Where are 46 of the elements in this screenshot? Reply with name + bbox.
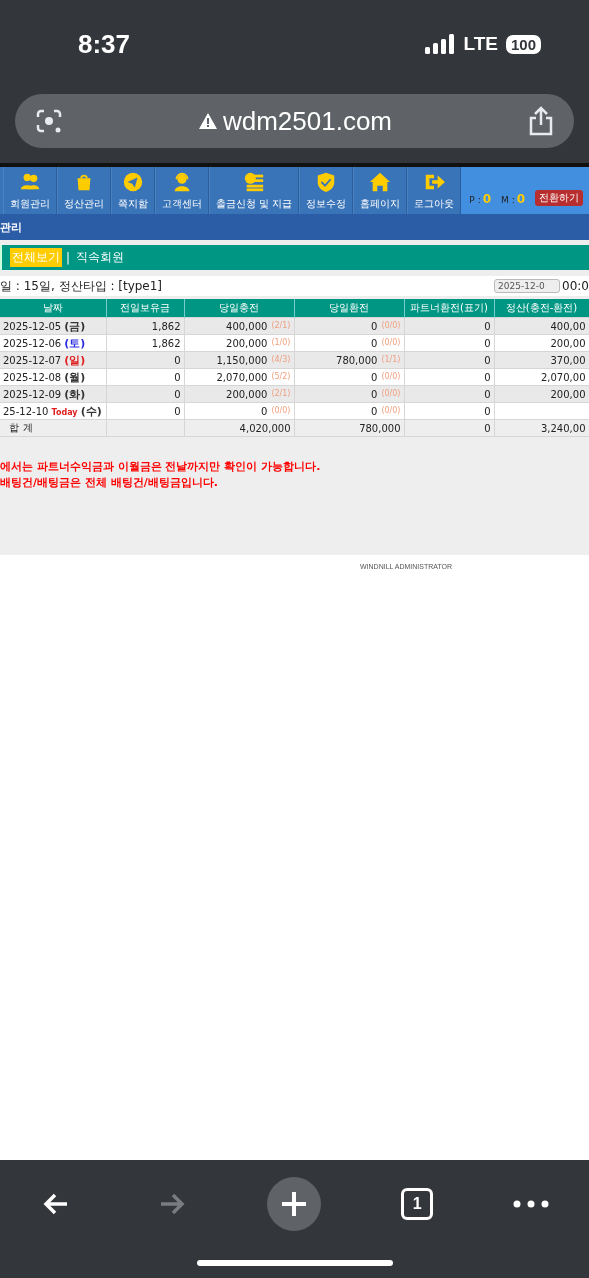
page-title: 관리 [0, 219, 22, 235]
home-icon [369, 170, 392, 193]
table-cell: 400,00 [494, 317, 589, 335]
nav-item[interactable]: 로그아웃 [407, 167, 462, 214]
switch-button[interactable]: 전환하기 [535, 190, 584, 206]
notice-text: 에서는 파트너수익금과 이월금은 전날까지만 확인이 가능합니다. [0, 459, 322, 474]
clock-time: 8:37 [78, 28, 131, 60]
nav-item[interactable]: 출금신청 및 지급 [209, 167, 300, 214]
column-header: 정산(충전-환전) [494, 299, 589, 318]
nav-item[interactable]: 정산관리 [57, 167, 111, 214]
nav-item[interactable]: 회원관리 [3, 167, 57, 214]
tab-separator: | [66, 250, 71, 265]
battery-level: 100 [505, 34, 541, 54]
column-header: 당일충전 [184, 299, 294, 318]
column-header: 파트너환전(표기) [404, 299, 494, 318]
nav-item[interactable]: 정보수정 [299, 167, 354, 214]
url-text: wdm2501.com [222, 105, 393, 137]
address-bar[interactable]: wdm2501.com [15, 94, 574, 148]
date-cell: 2025-12-05 (금) [0, 317, 106, 335]
more-icon [513, 1200, 550, 1208]
signal-icon [425, 34, 456, 54]
messages-icon [122, 170, 144, 193]
table-cell: 0 [404, 317, 494, 335]
point-balance: P : 0 [469, 192, 492, 206]
share-icon[interactable] [528, 106, 554, 136]
nav-item[interactable]: 홈페이지 [353, 167, 408, 214]
table-cell: 1,862 [106, 317, 184, 335]
table-cell: 400,000 (2/1) [184, 317, 294, 335]
settlement-info: 일 : 15일, 정산타입 : [type1] [0, 277, 163, 295]
date-field[interactable]: 2025-12-0 [494, 279, 561, 293]
time-text: 00:0 [562, 279, 589, 293]
column-header: 전일보유금 [106, 299, 184, 318]
network-label: LTE [463, 33, 498, 55]
camera-search-icon[interactable] [35, 107, 63, 135]
column-header: 당일환전 [294, 299, 404, 318]
tab-count-button[interactable]: 1 [401, 1188, 434, 1220]
column-header: 날짜 [0, 299, 106, 318]
more-button[interactable] [513, 1200, 550, 1208]
notice-text: 배팅건/배팅금은 전체 배팅건/배팅금입니다. [0, 475, 219, 490]
new-tab-button[interactable] [267, 1177, 322, 1231]
point-balance: M : 0 [501, 192, 526, 206]
nav-item[interactable]: 쪽지함 [111, 167, 155, 214]
table-cell: 0 (0/0) [294, 317, 404, 335]
filter-tab[interactable]: 직속회원 [74, 248, 127, 267]
nav-item[interactable]: 고객센터 [155, 167, 209, 214]
warning-icon [198, 113, 217, 129]
